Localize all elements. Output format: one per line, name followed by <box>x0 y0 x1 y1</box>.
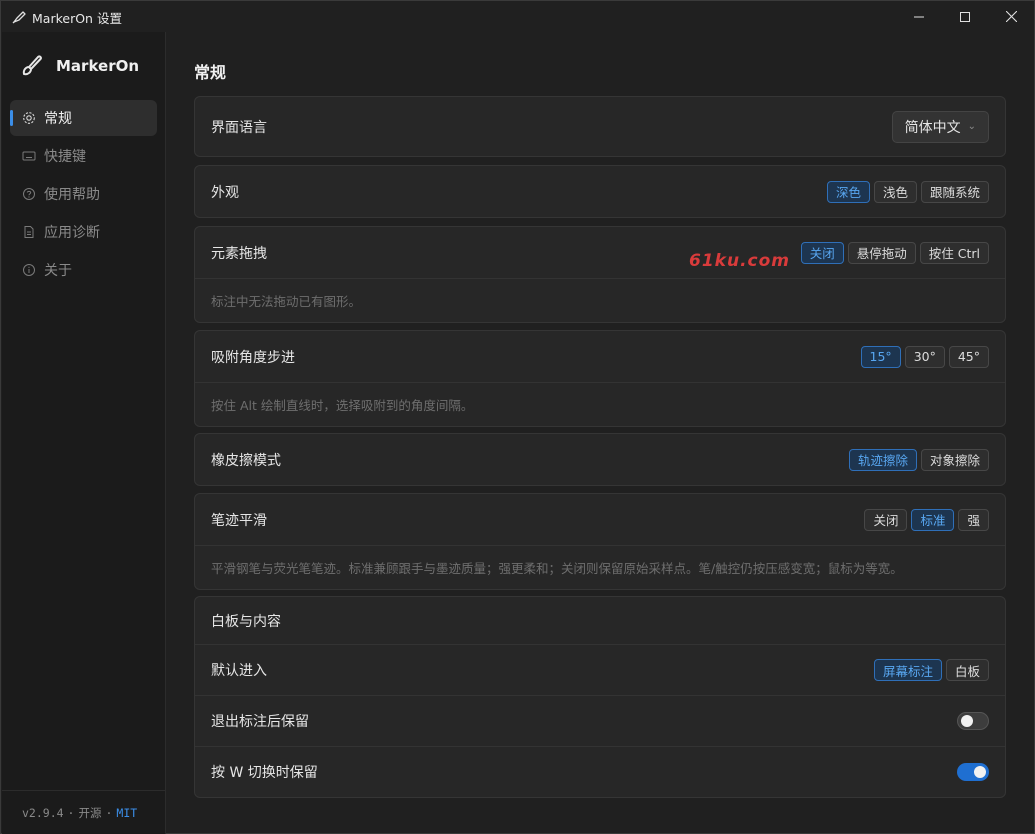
default-entry-option-screen[interactable]: 屏幕标注 <box>873 659 942 681</box>
sidebar: MarkerOn 常规 快捷键 使用帮助 应用诊断 关于 v2.9.4 · 开源… <box>2 32 166 834</box>
drag-option-ctrl[interactable]: 按住 Ctrl <box>919 241 989 264</box>
keep-after-exit-label: 退出标注后保留 <box>211 714 309 730</box>
appearance-row: 外观 深色 浅色 跟随系统 <box>195 166 1005 217</box>
snap-card: 吸附角度步进 15° 30° 45° 按住 Alt 绘制直线时，选择吸附到的角度… <box>194 330 1006 427</box>
brand: MarkerOn <box>18 52 139 80</box>
default-entry-label: 默认进入 <box>211 663 267 679</box>
drag-option-hover[interactable]: 悬停拖动 <box>847 241 916 264</box>
language-card: 界面语言 简体中文 ⌄ <box>194 96 1006 157</box>
watermark: 61ku.com <box>689 251 790 271</box>
toggle-knob <box>974 766 986 778</box>
drag-row: 元素拖拽 关闭 悬停拖动 按住 Ctrl <box>195 227 1005 278</box>
appearance-card: 外观 深色 浅色 跟随系统 <box>194 165 1006 218</box>
snap-row: 吸附角度步进 15° 30° 45° <box>195 331 1005 382</box>
main-content: 常规 界面语言 简体中文 ⌄ 外观 深色 浅色 跟随系统 元素拖拽 关闭 悬停拖… <box>167 32 1034 834</box>
appearance-option-light[interactable]: 浅色 <box>873 180 917 203</box>
whiteboard-header-row: 白板与内容 <box>195 597 1005 644</box>
default-entry-row: 默认进入 屏幕标注 白板 <box>195 644 1005 695</box>
version-text: v2.9.4 <box>22 805 64 820</box>
keep-after-exit-toggle[interactable] <box>957 712 989 730</box>
maximize-icon <box>960 11 970 22</box>
license-link[interactable]: MIT <box>116 806 137 820</box>
smoothing-segmented: 关闭 标准 强 <box>864 508 989 531</box>
smoothing-label: 笔迹平滑 <box>211 512 267 529</box>
sidebar-item-label: 快捷键 <box>44 149 86 165</box>
help-icon <box>22 187 36 201</box>
sidebar-item-help[interactable]: 使用帮助 <box>10 176 157 212</box>
window-title: MarkerOn 设置 <box>32 11 122 26</box>
brush-logo-icon <box>22 55 42 76</box>
settings-window: MarkerOn 设置 MarkerOn 常规 快捷键 使用帮助 应用诊断 关于… <box>0 0 1035 834</box>
eraser-label: 橡皮擦模式 <box>211 452 281 469</box>
sidebar-item-label: 关于 <box>44 263 72 279</box>
sidebar-item-diagnostics[interactable]: 应用诊断 <box>10 214 157 250</box>
appearance-label: 外观 <box>211 184 239 201</box>
snap-option-30[interactable]: 30° <box>904 345 945 368</box>
document-icon <box>22 225 36 239</box>
eraser-option-object[interactable]: 对象擦除 <box>920 448 989 471</box>
sidebar-item-about[interactable]: 关于 <box>10 252 157 288</box>
language-row: 界面语言 简体中文 ⌄ <box>195 97 1005 156</box>
smoothing-option-strong[interactable]: 强 <box>958 508 989 531</box>
sidebar-item-label: 使用帮助 <box>44 187 100 203</box>
sidebar-nav: 常规 快捷键 使用帮助 应用诊断 关于 <box>10 100 157 290</box>
chevron-down-icon: ⌄ <box>967 121 976 132</box>
snap-option-15[interactable]: 15° <box>860 345 901 368</box>
gear-icon <box>22 111 36 125</box>
eraser-card: 橡皮擦模式 轨迹擦除 对象擦除 <box>194 433 1006 486</box>
smoothing-description: 平滑钢笔与荧光笔笔迹。标准兼顾跟手与墨迹质量；强更柔和；关闭则保留原始采样点。笔… <box>195 545 1005 589</box>
drag-description: 标注中无法拖动已有图形。 <box>195 278 1005 322</box>
maximize-button[interactable] <box>942 1 988 32</box>
appearance-option-system[interactable]: 跟随系统 <box>920 180 989 203</box>
app-icon <box>12 11 26 24</box>
eraser-row: 橡皮擦模式 轨迹擦除 对象擦除 <box>195 434 1005 485</box>
close-button[interactable] <box>988 1 1034 32</box>
open-source-link[interactable]: 开源 <box>78 805 101 821</box>
snap-description: 按住 Alt 绘制直线时，选择吸附到的角度间隔。 <box>195 382 1005 426</box>
language-select[interactable]: 简体中文 ⌄ <box>891 110 989 143</box>
snap-label: 吸附角度步进 <box>211 349 295 366</box>
language-label: 界面语言 <box>211 119 267 136</box>
drag-option-off[interactable]: 关闭 <box>800 241 844 264</box>
keep-on-w-toggle[interactable] <box>957 763 989 781</box>
eraser-segmented: 轨迹擦除 对象擦除 <box>848 448 989 471</box>
info-icon <box>22 263 36 277</box>
snap-option-45[interactable]: 45° <box>948 345 989 368</box>
whiteboard-header: 白板与内容 <box>211 613 281 630</box>
drag-label: 元素拖拽 <box>211 245 267 262</box>
whiteboard-card: 白板与内容 默认进入 屏幕标注 白板 退出标注后保留 按 W 切换时保留 <box>194 596 1006 798</box>
drag-card: 元素拖拽 关闭 悬停拖动 按住 Ctrl 标注中无法拖动已有图形。 <box>194 226 1006 323</box>
close-icon <box>1005 11 1017 22</box>
eraser-option-stroke[interactable]: 轨迹擦除 <box>848 448 917 471</box>
sidebar-item-general[interactable]: 常规 <box>10 100 157 136</box>
page-title: 常规 <box>194 63 227 82</box>
title-bar[interactable]: MarkerOn 设置 <box>1 1 1034 32</box>
appearance-option-dark[interactable]: 深色 <box>826 180 870 203</box>
keep-on-w-label: 按 W 切换时保留 <box>211 765 318 781</box>
smoothing-option-off[interactable]: 关闭 <box>864 508 908 531</box>
snap-segmented: 15° 30° 45° <box>860 345 989 368</box>
toggle-knob <box>961 715 973 727</box>
version-footer: v2.9.4 · 开源 · MIT <box>2 790 165 834</box>
appearance-segmented: 深色 浅色 跟随系统 <box>826 180 989 203</box>
sidebar-item-shortcuts[interactable]: 快捷键 <box>10 138 157 174</box>
sidebar-item-label: 应用诊断 <box>44 225 100 241</box>
minimize-button[interactable] <box>896 1 942 32</box>
drag-segmented: 关闭 悬停拖动 按住 Ctrl <box>800 241 989 264</box>
smoothing-option-standard[interactable]: 标准 <box>911 508 955 531</box>
language-value: 简体中文 <box>904 119 961 136</box>
keep-on-w-row: 按 W 切换时保留 <box>195 746 1005 797</box>
sidebar-item-label: 常规 <box>44 111 72 127</box>
default-entry-option-whiteboard[interactable]: 白板 <box>945 659 989 681</box>
keep-after-exit-row: 退出标注后保留 <box>195 695 1005 746</box>
smoothing-row: 笔迹平滑 关闭 标准 强 <box>195 494 1005 545</box>
smoothing-card: 笔迹平滑 关闭 标准 强 平滑钢笔与荧光笔笔迹。标准兼顾跟手与墨迹质量；强更柔和… <box>194 493 1006 590</box>
default-entry-segmented: 屏幕标注 白板 <box>873 659 989 681</box>
minimize-icon <box>914 16 924 17</box>
brand-name: MarkerOn <box>56 57 140 75</box>
keyboard-icon <box>22 149 36 163</box>
